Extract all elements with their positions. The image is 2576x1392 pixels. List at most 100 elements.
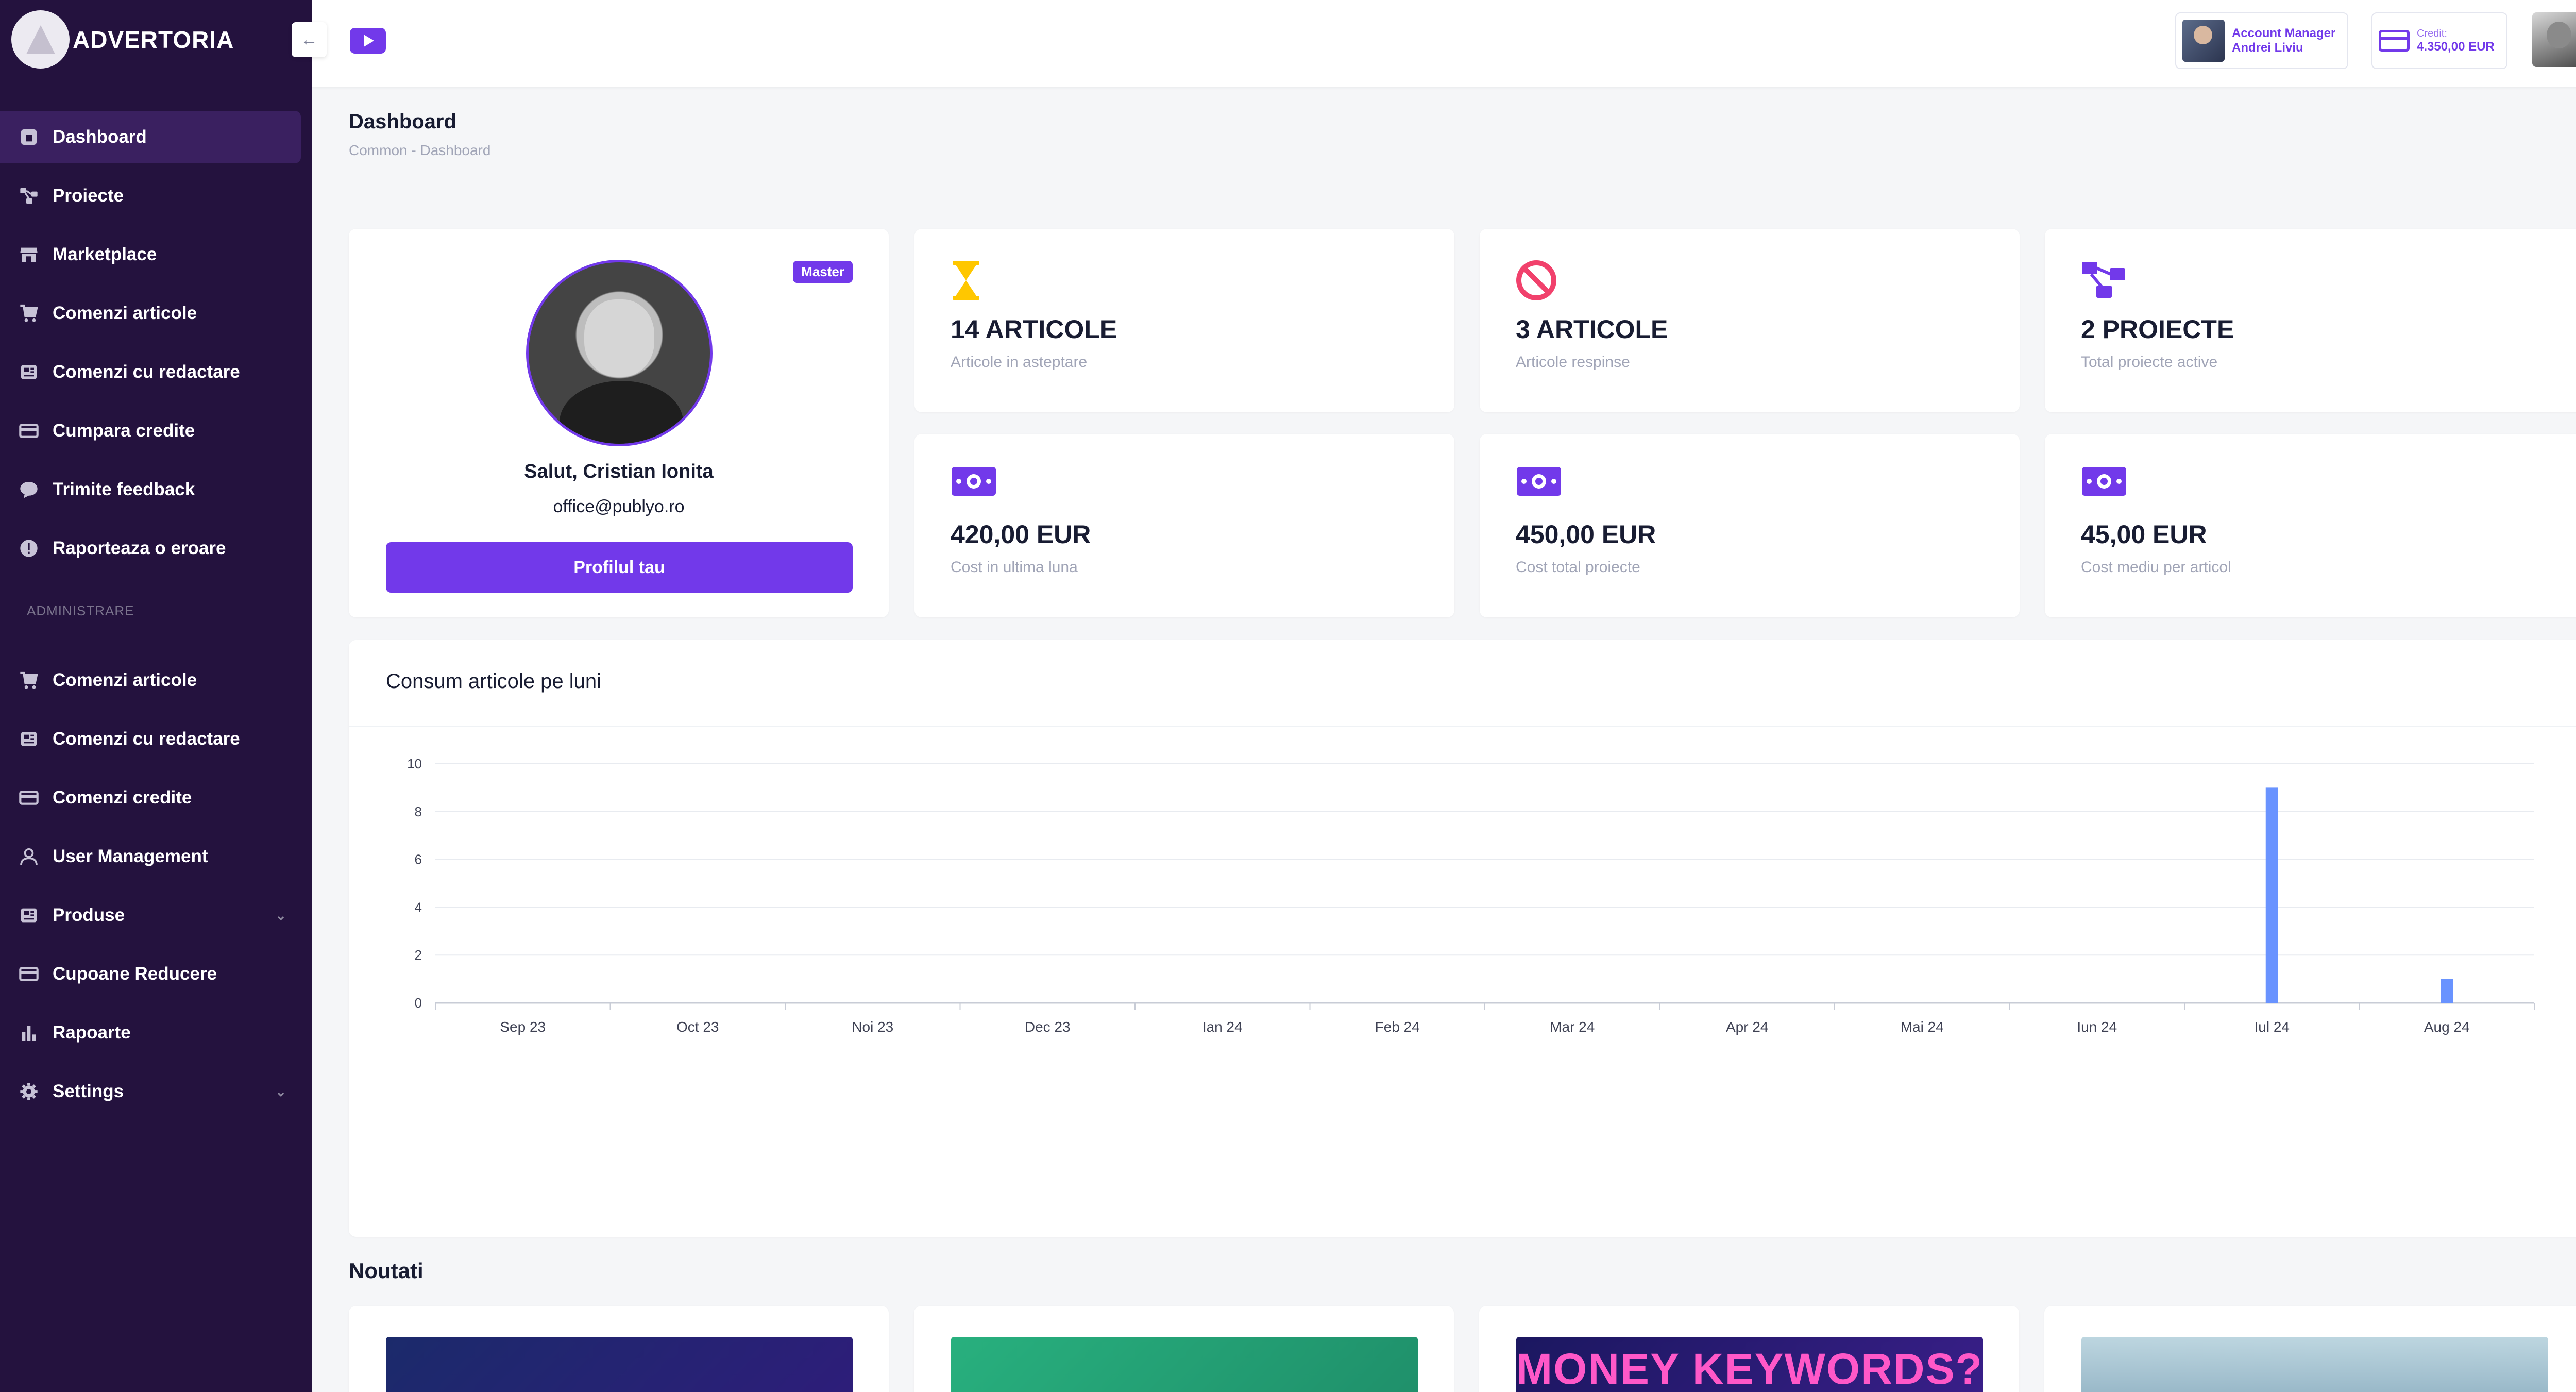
y-tick-label: 4 [415, 899, 422, 915]
logo-icon [11, 10, 70, 69]
account-manager-label: Account Manager [2232, 26, 2336, 41]
news-image[interactable] [2081, 1337, 2548, 1392]
ban-icon [1516, 260, 1562, 301]
section-label-administrare: ADMINISTRARE [27, 603, 134, 618]
stat-card: 3 ARTICOLE Articole respinse [1480, 229, 2020, 412]
sidebar-item-label: User Management [53, 846, 208, 866]
collapse-sidebar-button[interactable]: ← [292, 22, 327, 57]
news-card[interactable] [914, 1306, 1454, 1392]
dashboard-icon [19, 127, 39, 147]
sidebar-item-comenzi-articole[interactable]: Comenzi articole [0, 654, 301, 707]
news-card[interactable] [2044, 1306, 2576, 1392]
hourglass-icon [951, 260, 997, 301]
sidebar-item-rapoarte[interactable]: Rapoarte [0, 1007, 301, 1059]
stat-value: 420,00 EUR [951, 520, 1091, 549]
y-tick-label: 10 [407, 756, 422, 772]
news-card[interactable]: MONEY KEYWORDS? [1479, 1306, 2019, 1392]
breadcrumb: Common - Dashboard [349, 142, 491, 158]
stat-label: Cost total proiecte [1516, 559, 1640, 576]
sidebar-item-produse[interactable]: Produse ⌄ [0, 889, 301, 942]
chart-card: Consum articole pe luni 0 2 4 6 8 10 Sep 23 Oct… [349, 640, 2576, 1237]
sidebar-item-marketplace[interactable]: Marketplace [0, 228, 301, 281]
credit-card-icon [19, 787, 39, 808]
logo[interactable]: ADVERTORIA [11, 10, 234, 69]
x-tick-label: Noi 23 [852, 1019, 893, 1035]
sidebar-item-comenzi-cu-redactare[interactable]: Comenzi cu redactare [0, 346, 301, 398]
sidebar-item-comenzi-cu-redactare[interactable]: Comenzi cu redactare [0, 713, 301, 765]
sidebar-item-label: Cupoane Reducere [53, 964, 217, 984]
role-badge: Master [793, 261, 853, 283]
sidebar-item-comenzi-credite[interactable]: Comenzi credite [0, 772, 301, 824]
sidebar-item-label: Comenzi cu redactare [53, 729, 240, 749]
x-tick-label: Dec 23 [1025, 1019, 1071, 1035]
sidebar-item-label: Comenzi cu redactare [53, 362, 240, 382]
divider [349, 726, 2576, 727]
news-image[interactable] [386, 1337, 853, 1392]
stat-card: 2 PROIECTE Total proiecte active [2045, 229, 2576, 412]
credit-card-icon [19, 964, 39, 984]
sidebar-item-trimite-feedback[interactable]: Trimite feedback [0, 463, 301, 516]
y-tick-label: 2 [415, 947, 422, 963]
sidebar-item-label: Comenzi articole [53, 670, 197, 690]
x-tick-label: Apr 24 [1726, 1019, 1769, 1035]
sidebar-item-label: Trimite feedback [53, 479, 195, 499]
stat-label: Total proiecte active [2081, 354, 2218, 371]
stat-value: 45,00 EUR [2081, 520, 2207, 549]
sidebar-item-comenzi-articole[interactable]: Comenzi articole [0, 287, 301, 340]
sidebar-item-label: Cumpara credite [53, 421, 195, 441]
y-tick-label: 0 [415, 995, 422, 1011]
stat-card: 420,00 EUR Cost in ultima luna [914, 434, 1454, 617]
profile-avatar [526, 260, 713, 446]
y-tick-label: 6 [415, 852, 422, 867]
stat-value: 2 PROIECTE [2081, 315, 2234, 344]
stat-label: Cost in ultima luna [951, 559, 1078, 576]
newspaper-icon [19, 905, 39, 926]
top-header: Account Manager Andrei Liviu Credit: 4.3… [312, 0, 2576, 87]
bar-chart-icon [19, 1022, 39, 1043]
profile-button[interactable]: Profilul tau [386, 542, 853, 593]
sidebar-item-cumpara-credite[interactable]: Cumpara credite [0, 405, 301, 457]
chart-title: Consum articole pe luni [386, 670, 601, 693]
sidebar-item-dashboard[interactable]: Dashboard [0, 111, 301, 163]
sidebar-item-label: Marketplace [53, 244, 157, 264]
stat-value: 14 ARTICOLE [951, 315, 1117, 344]
newspaper-icon [19, 729, 39, 749]
user-avatar[interactable] [2532, 12, 2576, 67]
stat-card: 14 ARTICOLE Articole in asteptare [914, 229, 1454, 412]
x-tick-label: Iun 24 [2077, 1019, 2117, 1035]
chat-icon [19, 479, 39, 500]
stat-label: Cost mediu per articol [2081, 559, 2231, 576]
sidebar-item-label: Comenzi articole [53, 303, 197, 323]
credit-card-widget[interactable]: Credit: 4.350,00 EUR [2371, 12, 2507, 69]
sidebar: ADVERTORIA Dashboard Proiecte Marketplace C… [0, 0, 312, 1392]
news-image-text: MONEY KEYWORDS? [1516, 1345, 1983, 1392]
profile-greeting: Salut, Cristian Ionita [524, 461, 714, 482]
chevron-down-icon: ⌄ [275, 1083, 286, 1099]
news-card[interactable] [349, 1306, 889, 1392]
x-tick-label: Aug 24 [2424, 1019, 2470, 1035]
sidebar-item-proiecte[interactable]: Proiecte [0, 170, 301, 222]
play-icon [364, 35, 374, 47]
stat-value: 3 ARTICOLE [1516, 315, 1668, 344]
news-image[interactable] [951, 1337, 1418, 1392]
store-icon [19, 244, 39, 265]
money-icon [1516, 465, 1562, 506]
account-manager-card[interactable]: Account Manager Andrei Liviu [2175, 12, 2348, 69]
chevron-down-icon: ⌄ [275, 907, 286, 923]
gear-icon [19, 1081, 39, 1102]
sidebar-item-raporteaza-o-eroare[interactable]: Raporteaza o eroare [0, 522, 301, 575]
account-manager-avatar [2182, 20, 2225, 62]
sidebar-item-user-management[interactable]: User Management [0, 830, 301, 883]
sidebar-item-label: Produse [53, 905, 125, 925]
sidebar-item-cupoane-reducere[interactable]: Cupoane Reducere [0, 948, 301, 1000]
sidebar-item-label: Proiecte [53, 186, 124, 206]
sidebar-item-settings[interactable]: Settings ⌄ [0, 1065, 301, 1118]
sidebar-item-label: Settings [53, 1081, 124, 1101]
user-icon [19, 846, 39, 867]
news-image[interactable]: MONEY KEYWORDS? [1516, 1337, 1983, 1392]
alert-icon [19, 538, 39, 559]
news-title: Noutati [349, 1259, 423, 1283]
sidebar-item-label: Dashboard [53, 127, 147, 147]
video-tutorial-button[interactable] [350, 28, 386, 54]
profile-email: office@publyo.ro [553, 497, 685, 516]
